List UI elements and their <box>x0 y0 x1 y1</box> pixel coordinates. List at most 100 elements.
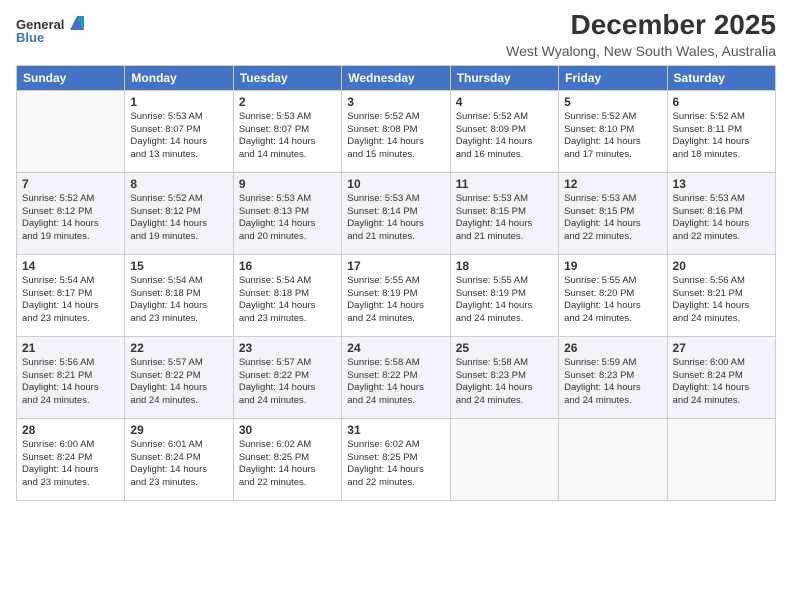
day-number: 8 <box>130 177 227 191</box>
calendar-cell: 25 Sunrise: 5:58 AM Sunset: 8:23 PM Dayli… <box>450 336 558 418</box>
day-info: Sunrise: 5:58 AM Sunset: 8:23 PM Dayligh… <box>456 357 553 408</box>
calendar-cell: 27 Sunrise: 6:00 AM Sunset: 8:24 PM Dayli… <box>667 336 775 418</box>
weekday-header-row: SundayMondayTuesdayWednesdayThursdayFrid… <box>17 65 776 90</box>
day-number: 25 <box>456 341 553 355</box>
day-info: Sunrise: 5:54 AM Sunset: 8:17 PM Dayligh… <box>22 275 119 326</box>
calendar-cell: 1 Sunrise: 5:53 AM Sunset: 8:07 PM Daylig… <box>125 90 233 172</box>
calendar-cell: 23Sunrise: 5:57 AM Sunset: 8:22 PM Dayli… <box>233 336 341 418</box>
weekday-header-thursday: Thursday <box>450 65 558 90</box>
day-number: 1 <box>130 95 227 109</box>
day-info: Sunrise: 5:53 AM Sunset: 8:16 PM Dayligh… <box>673 193 770 244</box>
calendar-cell: 21Sunrise: 5:56 AM Sunset: 8:21 PM Dayli… <box>17 336 125 418</box>
calendar-cell: 9Sunrise: 5:53 AM Sunset: 8:13 PM Daylig… <box>233 172 341 254</box>
weekday-header-tuesday: Tuesday <box>233 65 341 90</box>
logo-icon <box>66 12 88 34</box>
day-info: Sunrise: 5:52 AM Sunset: 8:12 PM Dayligh… <box>22 193 119 244</box>
calendar-cell: 24 Sunrise: 5:58 AM Sunset: 8:22 PM Dayli… <box>342 336 450 418</box>
day-number: 27 <box>673 341 770 355</box>
day-number: 17 <box>347 259 444 273</box>
day-number: 23 <box>239 341 336 355</box>
calendar-cell: 17 Sunrise: 5:55 AM Sunset: 8:19 PM Dayli… <box>342 254 450 336</box>
day-info: Sunrise: 5:52 AM Sunset: 8:10 PM Dayligh… <box>564 111 661 162</box>
day-info: Sunrise: 5:54 AM Sunset: 8:18 PM Dayligh… <box>130 275 227 326</box>
calendar-cell: 20 Sunrise: 5:56 AM Sunset: 8:21 PM Dayli… <box>667 254 775 336</box>
week-row-3: 14 Sunrise: 5:54 AM Sunset: 8:17 PM Dayli… <box>17 254 776 336</box>
day-number: 12 <box>564 177 661 191</box>
day-number: 15 <box>130 259 227 273</box>
calendar-cell: 29 Sunrise: 6:01 AM Sunset: 8:24 PM Dayli… <box>125 418 233 500</box>
day-info: Sunrise: 5:53 AM Sunset: 8:13 PM Dayligh… <box>239 193 336 244</box>
day-info: Sunrise: 6:01 AM Sunset: 8:24 PM Dayligh… <box>130 439 227 490</box>
day-number: 7 <box>22 177 119 191</box>
calendar-cell: 8 Sunrise: 5:52 AM Sunset: 8:12 PM Daylig… <box>125 172 233 254</box>
day-number: 14 <box>22 259 119 273</box>
day-info: Sunrise: 5:53 AM Sunset: 8:07 PM Dayligh… <box>130 111 227 162</box>
day-info: Sunrise: 5:53 AM Sunset: 8:15 PM Dayligh… <box>456 193 553 244</box>
calendar-cell <box>559 418 667 500</box>
day-number: 22 <box>130 341 227 355</box>
calendar-cell: 12Sunrise: 5:53 AM Sunset: 8:15 PM Dayli… <box>559 172 667 254</box>
day-number: 20 <box>673 259 770 273</box>
day-info: Sunrise: 5:59 AM Sunset: 8:23 PM Dayligh… <box>564 357 661 408</box>
week-row-5: 28Sunrise: 6:00 AM Sunset: 8:24 PM Dayli… <box>17 418 776 500</box>
day-info: Sunrise: 5:53 AM Sunset: 8:14 PM Dayligh… <box>347 193 444 244</box>
day-info: Sunrise: 5:58 AM Sunset: 8:22 PM Dayligh… <box>347 357 444 408</box>
day-info: Sunrise: 6:02 AM Sunset: 8:25 PM Dayligh… <box>347 439 444 490</box>
day-number: 6 <box>673 95 770 109</box>
location: West Wyalong, New South Wales, Australia <box>506 43 776 59</box>
calendar-cell: 18 Sunrise: 5:55 AM Sunset: 8:19 PM Dayli… <box>450 254 558 336</box>
calendar-cell <box>667 418 775 500</box>
day-info: Sunrise: 6:00 AM Sunset: 8:24 PM Dayligh… <box>22 439 119 490</box>
day-number: 2 <box>239 95 336 109</box>
day-info: Sunrise: 5:52 AM Sunset: 8:12 PM Dayligh… <box>130 193 227 244</box>
calendar-cell <box>17 90 125 172</box>
calendar-cell: 30Sunrise: 6:02 AM Sunset: 8:25 PM Dayli… <box>233 418 341 500</box>
day-info: Sunrise: 5:55 AM Sunset: 8:20 PM Dayligh… <box>564 275 661 326</box>
calendar-cell: 2Sunrise: 5:53 AM Sunset: 8:07 PM Daylig… <box>233 90 341 172</box>
weekday-header-wednesday: Wednesday <box>342 65 450 90</box>
day-number: 4 <box>456 95 553 109</box>
day-info: Sunrise: 5:52 AM Sunset: 8:09 PM Dayligh… <box>456 111 553 162</box>
day-info: Sunrise: 5:54 AM Sunset: 8:18 PM Dayligh… <box>239 275 336 326</box>
day-info: Sunrise: 5:57 AM Sunset: 8:22 PM Dayligh… <box>130 357 227 408</box>
calendar-cell: 31 Sunrise: 6:02 AM Sunset: 8:25 PM Dayli… <box>342 418 450 500</box>
calendar-cell: 22 Sunrise: 5:57 AM Sunset: 8:22 PM Dayli… <box>125 336 233 418</box>
weekday-header-monday: Monday <box>125 65 233 90</box>
day-number: 18 <box>456 259 553 273</box>
calendar-cell: 28Sunrise: 6:00 AM Sunset: 8:24 PM Dayli… <box>17 418 125 500</box>
week-row-2: 7 Sunrise: 5:52 AM Sunset: 8:12 PM Daylig… <box>17 172 776 254</box>
day-number: 29 <box>130 423 227 437</box>
calendar-cell: 10 Sunrise: 5:53 AM Sunset: 8:14 PM Dayli… <box>342 172 450 254</box>
logo: General Blue <box>16 14 88 45</box>
day-number: 21 <box>22 341 119 355</box>
calendar-cell <box>450 418 558 500</box>
calendar-cell: 6Sunrise: 5:52 AM Sunset: 8:11 PM Daylig… <box>667 90 775 172</box>
day-info: Sunrise: 5:52 AM Sunset: 8:08 PM Dayligh… <box>347 111 444 162</box>
day-info: Sunrise: 5:56 AM Sunset: 8:21 PM Dayligh… <box>673 275 770 326</box>
day-number: 10 <box>347 177 444 191</box>
day-number: 16 <box>239 259 336 273</box>
day-number: 26 <box>564 341 661 355</box>
day-number: 30 <box>239 423 336 437</box>
week-row-4: 21Sunrise: 5:56 AM Sunset: 8:21 PM Dayli… <box>17 336 776 418</box>
day-info: Sunrise: 5:55 AM Sunset: 8:19 PM Dayligh… <box>456 275 553 326</box>
page: General Blue December 2025 West Wyalong,… <box>0 0 792 612</box>
day-number: 13 <box>673 177 770 191</box>
weekday-header-sunday: Sunday <box>17 65 125 90</box>
day-info: Sunrise: 6:00 AM Sunset: 8:24 PM Dayligh… <box>673 357 770 408</box>
week-row-1: 1 Sunrise: 5:53 AM Sunset: 8:07 PM Daylig… <box>17 90 776 172</box>
header: General Blue December 2025 West Wyalong,… <box>16 10 776 59</box>
calendar-table: SundayMondayTuesdayWednesdayThursdayFrid… <box>16 65 776 501</box>
day-number: 24 <box>347 341 444 355</box>
day-number: 5 <box>564 95 661 109</box>
month-title: December 2025 <box>506 10 776 41</box>
calendar-cell: 4 Sunrise: 5:52 AM Sunset: 8:09 PM Daylig… <box>450 90 558 172</box>
weekday-header-saturday: Saturday <box>667 65 775 90</box>
title-block: December 2025 West Wyalong, New South Wa… <box>506 10 776 59</box>
calendar-cell: 15 Sunrise: 5:54 AM Sunset: 8:18 PM Dayli… <box>125 254 233 336</box>
day-number: 31 <box>347 423 444 437</box>
logo-text: General Blue <box>16 14 88 45</box>
day-number: 11 <box>456 177 553 191</box>
weekday-header-friday: Friday <box>559 65 667 90</box>
day-info: Sunrise: 5:55 AM Sunset: 8:19 PM Dayligh… <box>347 275 444 326</box>
